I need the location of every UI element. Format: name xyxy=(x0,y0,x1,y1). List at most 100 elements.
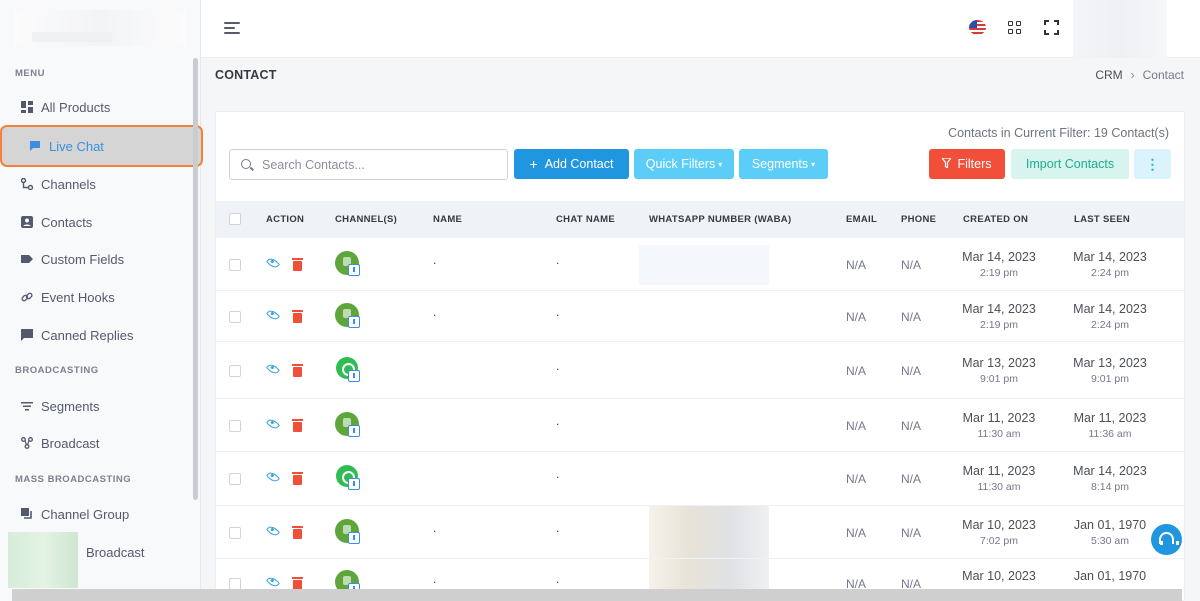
contact-name[interactable]: . xyxy=(433,253,436,267)
col-name[interactable]: NAME xyxy=(433,214,462,225)
chat-name: . xyxy=(556,253,560,267)
chat-name: . xyxy=(556,305,560,319)
contacts-card: Contacts in Current Filter: 19 Contact(s… xyxy=(215,111,1185,601)
menu-toggle-icon[interactable] xyxy=(224,21,240,35)
sidebar-item-segments[interactable]: Segments xyxy=(0,388,201,424)
sidebar-item-label: Custom Fields xyxy=(41,251,125,267)
contact-name[interactable]: . xyxy=(433,572,436,586)
eye-icon[interactable] xyxy=(265,574,281,590)
created-time: 2:19 pm xyxy=(980,319,1018,331)
eye-icon[interactable] xyxy=(265,361,281,377)
sidebar-item-event-hooks[interactable]: Event Hooks xyxy=(0,279,201,315)
more-options-button[interactable]: ⋮ xyxy=(1134,149,1171,179)
search-icon xyxy=(241,159,251,169)
fullscreen-icon[interactable] xyxy=(1044,20,1059,35)
phone-value: N/A xyxy=(901,364,922,378)
horizontal-scrollbar[interactable] xyxy=(12,589,1182,601)
chevron-right-icon: › xyxy=(1130,68,1135,82)
trash-icon[interactable] xyxy=(292,258,303,271)
sidebar-item-label: Event Hooks xyxy=(41,289,115,305)
col-last-seen[interactable]: LAST SEEN xyxy=(1074,214,1130,225)
sidebar-item-channels[interactable]: Channels xyxy=(0,166,201,202)
last-seen: Mar 14, 2023 8:14 pm xyxy=(1060,464,1160,493)
created-on: Mar 10, 2023 xyxy=(949,569,1049,586)
webchat-icon xyxy=(335,251,360,276)
row-checkbox[interactable] xyxy=(229,473,241,485)
sidebar-item-custom-fields[interactable]: Custom Fields xyxy=(0,241,201,277)
sidebar-item-channel-group[interactable]: Channel Group xyxy=(0,496,201,532)
user-profile-menu[interactable] xyxy=(1073,0,1167,58)
table-row[interactable]: . N/A N/A Mar 11, 2023 11:30 am Mar 11, 2023 1… xyxy=(216,399,1184,452)
sidebar-scrollbar[interactable] xyxy=(193,58,198,500)
last-seen: Mar 14, 2023 2:24 pm xyxy=(1060,250,1160,279)
brand-logo[interactable] xyxy=(14,10,186,46)
download-icon xyxy=(348,478,360,490)
created-date: Mar 13, 2023 xyxy=(962,356,1036,370)
breadcrumb-crm[interactable]: CRM xyxy=(1095,68,1122,82)
import-contacts-label: Import Contacts xyxy=(1025,157,1115,171)
quick-filters-dropdown[interactable]: Quick Filters ▾ xyxy=(634,149,734,179)
search-input[interactable] xyxy=(262,150,502,179)
table-row[interactable]: . N/A N/A Mar 13, 2023 9:01 pm Mar 13, 2023 9:… xyxy=(216,342,1184,399)
sidebar-item-contacts[interactable]: Contacts xyxy=(0,204,201,240)
add-contact-button[interactable]: + Add Contact xyxy=(514,149,629,179)
page-header: CONTACT CRM › Contact xyxy=(201,58,1200,91)
broadcast-icon xyxy=(20,436,33,450)
chat-name: . xyxy=(556,467,560,481)
dashboard-icon xyxy=(20,100,33,114)
support-headset-icon[interactable] xyxy=(1151,524,1182,555)
chat-name: . xyxy=(556,572,560,586)
sidebar-item-broadcast[interactable]: Broadcast xyxy=(0,425,201,461)
comment-icon xyxy=(20,328,33,342)
table-row[interactable]: .. N/A N/A Mar 14, 2023 2:19 pm Mar 14, 2023 2… xyxy=(216,291,1184,342)
row-checkbox[interactable] xyxy=(229,527,241,539)
trash-icon[interactable] xyxy=(292,310,303,323)
trash-icon[interactable] xyxy=(292,419,303,432)
seen-date: Jan 01, 1970 xyxy=(1073,569,1147,583)
table-row[interactable]: .. N/A N/A Mar 10, 2023 7:02 pm Jan 01, 1970 5… xyxy=(216,506,1184,559)
eye-icon[interactable] xyxy=(265,307,281,323)
filters-button[interactable]: Filters xyxy=(929,149,1005,179)
col-phone[interactable]: PHONE xyxy=(901,214,936,225)
trash-icon[interactable] xyxy=(292,526,303,539)
trash-icon[interactable] xyxy=(292,472,303,485)
col-created-on[interactable]: CREATED ON xyxy=(963,214,1028,225)
import-contacts-button[interactable]: Import Contacts xyxy=(1011,149,1129,179)
search-box[interactable] xyxy=(229,149,508,180)
seen-date: Mar 14, 2023 xyxy=(1073,464,1147,478)
col-email[interactable]: EMAIL xyxy=(846,214,877,225)
trash-icon[interactable] xyxy=(292,364,303,377)
eye-icon[interactable] xyxy=(265,469,281,485)
row-checkbox[interactable] xyxy=(229,365,241,377)
sidebar-item-all-products[interactable]: All Products xyxy=(0,89,201,125)
table-row[interactable]: .. N/A N/A Mar 14, 2023 2:19 pm Mar 14, 2023 2… xyxy=(216,239,1184,291)
col-action: ACTION xyxy=(266,214,305,225)
eye-icon[interactable] xyxy=(265,416,281,432)
created-on: Mar 13, 2023 9:01 pm xyxy=(949,356,1049,385)
row-checkbox[interactable] xyxy=(229,259,241,271)
mass-broadcasting-section-title: MASS BROADCASTING xyxy=(15,474,132,485)
tag-icon xyxy=(20,253,33,266)
col-whatsapp-number[interactable]: WHATSAPP NUMBER (WABA) xyxy=(649,214,791,225)
created-time: 11:30 am xyxy=(977,428,1021,440)
page-title: CONTACT xyxy=(215,68,277,82)
row-checkbox[interactable] xyxy=(229,420,241,432)
funnel-icon xyxy=(941,157,953,171)
row-checkbox[interactable] xyxy=(229,311,241,323)
eye-icon[interactable] xyxy=(265,523,281,539)
segments-dropdown[interactable]: Segments ▾ xyxy=(739,149,828,179)
last-seen: Mar 14, 2023 2:24 pm xyxy=(1060,302,1160,331)
whatsapp-icon xyxy=(335,465,360,490)
blurred-image xyxy=(8,532,78,588)
apps-grid-icon[interactable] xyxy=(1008,21,1022,35)
table-row[interactable]: . N/A N/A Mar 11, 2023 11:30 am Mar 14, 2023 8… xyxy=(216,452,1184,506)
us-flag-icon[interactable] xyxy=(969,20,986,35)
created-on: Mar 11, 2023 11:30 am xyxy=(949,464,1049,493)
sidebar-item-live-chat[interactable]: Live Chat xyxy=(0,125,203,167)
contact-name[interactable]: . xyxy=(433,521,436,535)
contact-name[interactable]: . xyxy=(433,305,436,319)
eye-icon[interactable] xyxy=(265,255,281,271)
col-chat-name[interactable]: CHAT NAME xyxy=(556,214,615,225)
sidebar-item-canned-replies[interactable]: Canned Replies xyxy=(0,317,201,353)
select-all-checkbox[interactable] xyxy=(229,213,241,225)
